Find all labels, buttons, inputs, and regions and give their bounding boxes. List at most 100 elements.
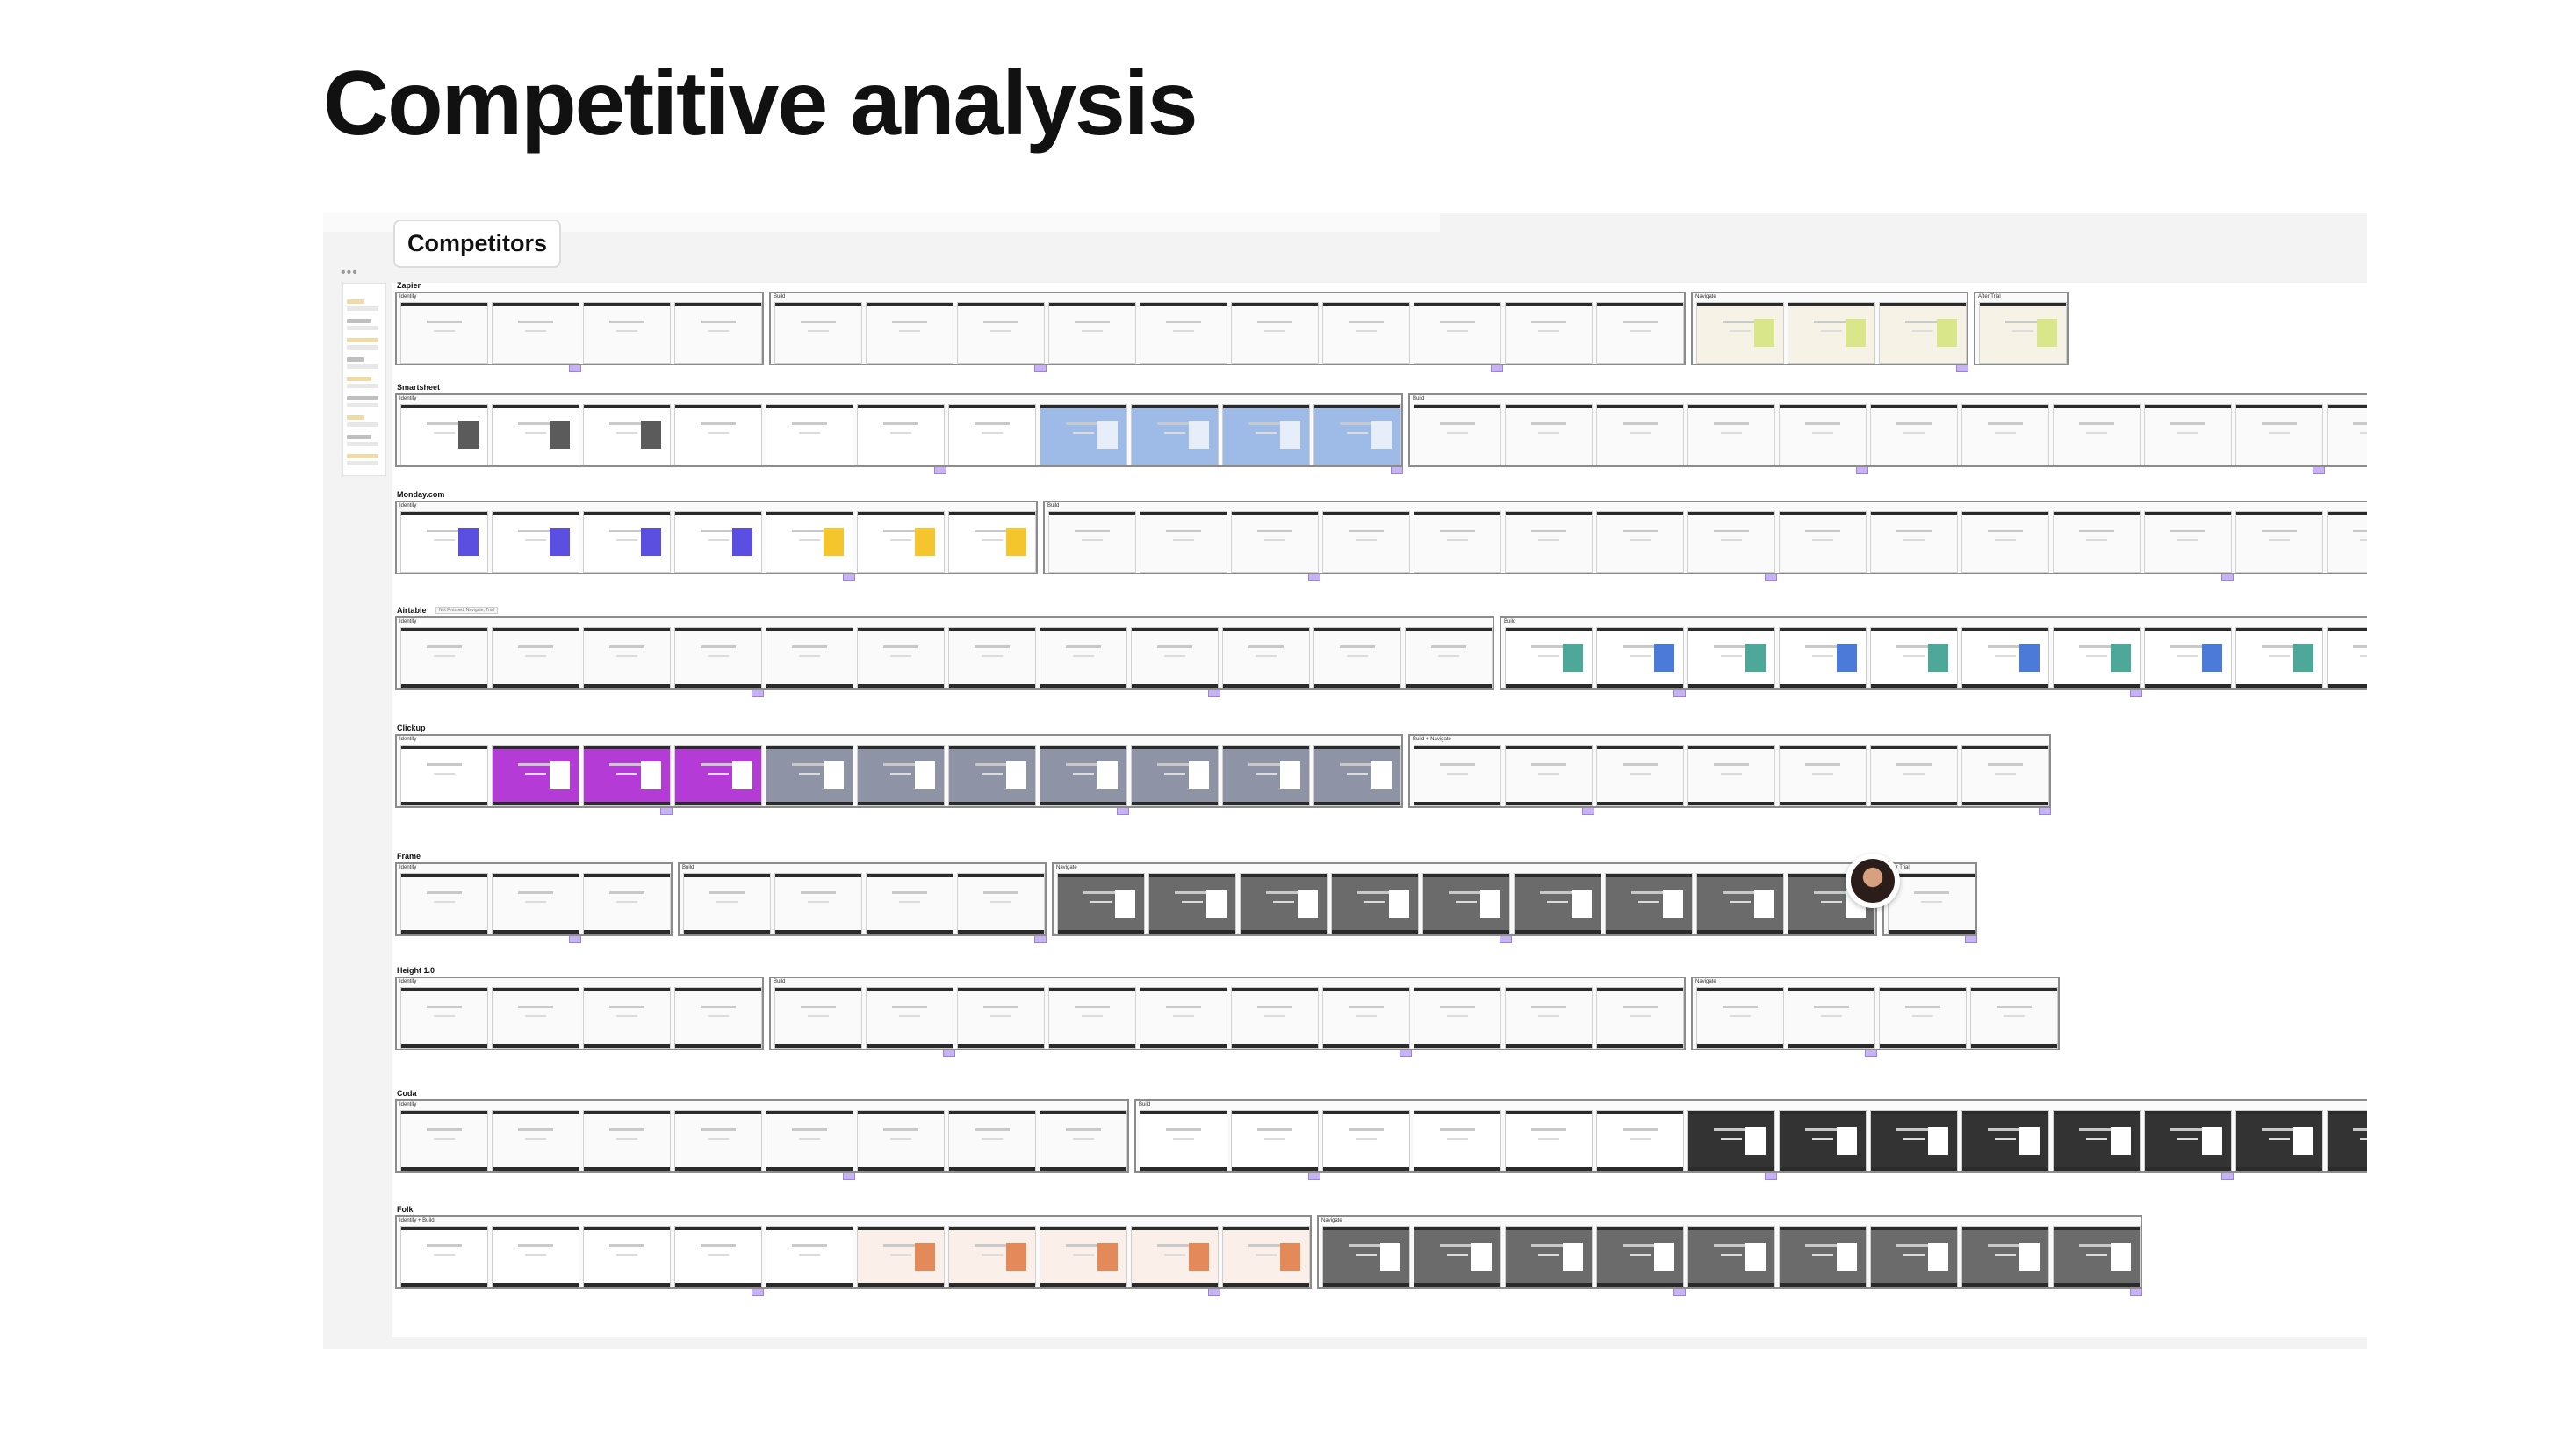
screenshot-thumbnail[interactable] <box>1414 404 1501 465</box>
screenshot-thumbnail[interactable] <box>583 1226 671 1287</box>
screenshot-thumbnail[interactable] <box>1779 1110 1867 1171</box>
screenshot-thumbnail[interactable] <box>2235 1110 2323 1171</box>
screenshot-thumbnail[interactable] <box>1596 627 1684 688</box>
screenshot-thumbnail[interactable] <box>2235 627 2323 688</box>
screenshot-thumbnail[interactable] <box>2053 1226 2141 1287</box>
flow-group[interactable]: Identify <box>395 292 764 365</box>
screenshot-thumbnail[interactable] <box>1870 627 1958 688</box>
flow-group[interactable]: Identify <box>395 616 1494 690</box>
screenshot-thumbnail[interactable] <box>1322 302 1410 364</box>
screenshot-thumbnail[interactable] <box>774 302 862 364</box>
screenshot-thumbnail[interactable] <box>857 627 945 688</box>
screenshot-thumbnail[interactable] <box>766 511 853 573</box>
screenshot-thumbnail[interactable] <box>1970 987 2058 1049</box>
screenshot-thumbnail[interactable] <box>1131 745 1219 806</box>
screenshot-thumbnail[interactable] <box>492 1110 579 1171</box>
screenshot-thumbnail[interactable] <box>1322 1226 1410 1287</box>
flow-group[interactable]: Build <box>1500 616 2367 690</box>
screenshot-thumbnail[interactable] <box>1405 627 1493 688</box>
screenshot-thumbnail[interactable] <box>492 745 579 806</box>
screenshot-thumbnail[interactable] <box>674 1226 762 1287</box>
screenshot-thumbnail[interactable] <box>1687 404 1775 465</box>
screenshot-thumbnail[interactable] <box>492 873 579 934</box>
screenshot-thumbnail[interactable] <box>1879 987 1967 1049</box>
screenshot-thumbnail[interactable] <box>948 1110 1036 1171</box>
screenshot-thumbnail[interactable] <box>2327 511 2367 573</box>
screenshot-thumbnail[interactable] <box>2053 627 2141 688</box>
screenshot-thumbnail[interactable] <box>1231 511 1319 573</box>
screenshot-thumbnail[interactable] <box>1414 511 1501 573</box>
screenshot-thumbnail[interactable] <box>1505 511 1593 573</box>
flow-group[interactable]: Navigate <box>1052 862 1877 936</box>
screenshot-thumbnail[interactable] <box>583 745 671 806</box>
flow-group[interactable]: Build <box>1043 501 2367 574</box>
screenshot-thumbnail[interactable] <box>1687 627 1775 688</box>
screenshot-thumbnail[interactable] <box>866 987 953 1049</box>
screenshot-thumbnail[interactable] <box>1414 1226 1501 1287</box>
screenshot-thumbnail[interactable] <box>400 627 488 688</box>
screenshot-thumbnail[interactable] <box>2327 1110 2367 1171</box>
screenshot-thumbnail[interactable] <box>1596 1110 1684 1171</box>
screenshot-thumbnail[interactable] <box>1596 511 1684 573</box>
screenshot-thumbnail[interactable] <box>1696 302 1784 364</box>
screenshot-thumbnail[interactable] <box>1040 627 1127 688</box>
screenshot-thumbnail[interactable] <box>1961 1226 2049 1287</box>
flow-group[interactable]: Identify <box>395 393 1403 467</box>
screenshot-thumbnail[interactable] <box>957 873 1045 934</box>
screenshot-thumbnail[interactable] <box>2053 511 2141 573</box>
screenshot-thumbnail[interactable] <box>400 511 488 573</box>
screenshot-thumbnail[interactable] <box>1231 1110 1319 1171</box>
screenshot-thumbnail[interactable] <box>766 627 853 688</box>
screenshot-thumbnail[interactable] <box>674 745 762 806</box>
screenshot-thumbnail[interactable] <box>674 404 762 465</box>
screenshot-thumbnail[interactable] <box>400 987 488 1049</box>
screenshot-thumbnail[interactable] <box>1131 1226 1219 1287</box>
screenshot-thumbnail[interactable] <box>674 1110 762 1171</box>
screenshot-thumbnail[interactable] <box>1231 302 1319 364</box>
screenshot-thumbnail[interactable] <box>1505 627 1593 688</box>
screenshot-thumbnail[interactable] <box>1961 511 2049 573</box>
screenshot-thumbnail[interactable] <box>583 873 671 934</box>
flow-group[interactable]: Build <box>769 292 1686 365</box>
screenshot-thumbnail[interactable] <box>492 627 579 688</box>
screenshot-thumbnail[interactable] <box>1870 1110 1958 1171</box>
screenshot-thumbnail[interactable] <box>1788 987 1875 1049</box>
screenshot-thumbnail[interactable] <box>492 1226 579 1287</box>
screenshot-thumbnail[interactable] <box>1870 511 1958 573</box>
screenshot-thumbnail[interactable] <box>1779 404 1867 465</box>
screenshot-thumbnail[interactable] <box>957 987 1045 1049</box>
screenshot-thumbnail[interactable] <box>1888 873 1975 934</box>
screenshot-thumbnail[interactable] <box>1505 745 1593 806</box>
screenshot-thumbnail[interactable] <box>400 873 488 934</box>
screenshot-thumbnail[interactable] <box>400 404 488 465</box>
screenshot-thumbnail[interactable] <box>1313 404 1401 465</box>
screenshot-thumbnail[interactable] <box>1779 627 1867 688</box>
flow-group[interactable]: Identify <box>395 501 1038 574</box>
flow-group[interactable]: Build <box>769 977 1686 1050</box>
screenshot-thumbnail[interactable] <box>1040 404 1127 465</box>
screenshot-thumbnail[interactable] <box>1040 745 1127 806</box>
screenshot-thumbnail[interactable] <box>1687 511 1775 573</box>
screenshot-thumbnail[interactable] <box>774 873 862 934</box>
screenshot-thumbnail[interactable] <box>1222 404 1310 465</box>
screenshot-thumbnail[interactable] <box>1414 745 1501 806</box>
screenshot-thumbnail[interactable] <box>774 987 862 1049</box>
screenshot-thumbnail[interactable] <box>583 627 671 688</box>
screenshot-thumbnail[interactable] <box>2053 1110 2141 1171</box>
screenshot-thumbnail[interactable] <box>1505 1226 1593 1287</box>
screenshot-thumbnail[interactable] <box>1961 745 2049 806</box>
screenshot-thumbnail[interactable] <box>1961 1110 2049 1171</box>
competitor-rows-canvas[interactable]: Zapier Identify Build Navigate After Trial Sm… <box>392 281 2367 1337</box>
screenshot-thumbnail[interactable] <box>1505 1110 1593 1171</box>
screenshot-thumbnail[interactable] <box>1331 873 1419 934</box>
screenshot-thumbnail[interactable] <box>1870 1226 1958 1287</box>
screenshot-thumbnail[interactable] <box>492 511 579 573</box>
flow-group[interactable]: Identify + Build <box>395 1215 1312 1289</box>
screenshot-thumbnail[interactable] <box>1687 745 1775 806</box>
screenshot-thumbnail[interactable] <box>683 873 771 934</box>
competitors-frame-label[interactable]: Competitors <box>393 220 562 268</box>
screenshot-thumbnail[interactable] <box>857 1110 945 1171</box>
screenshot-thumbnail[interactable] <box>2235 404 2323 465</box>
screenshot-thumbnail[interactable] <box>1779 745 1867 806</box>
screenshot-thumbnail[interactable] <box>1048 511 1136 573</box>
